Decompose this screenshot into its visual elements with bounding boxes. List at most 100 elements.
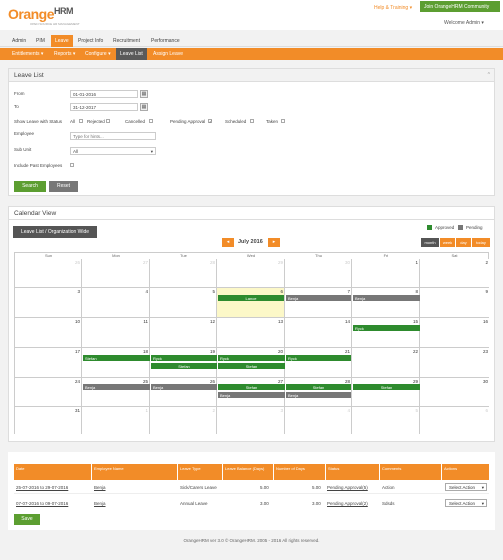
leave-event[interactable]: Ryck — [151, 355, 217, 361]
day-cell[interactable]: 23 — [420, 348, 489, 378]
day-cell[interactable]: 4 — [285, 407, 352, 434]
leave-event[interactable]: Stefan — [83, 355, 150, 361]
day-cell[interactable]: 22 — [352, 348, 420, 378]
subunit-select[interactable]: All ▾ — [70, 147, 156, 155]
menu-pim[interactable]: PIM — [32, 35, 49, 47]
org-wide-button[interactable]: Leave List / Organization Wide — [13, 226, 97, 238]
day-cell[interactable]: 29 — [217, 259, 285, 288]
view-day-button[interactable]: day — [456, 238, 471, 247]
leave-event[interactable]: Ryck — [353, 325, 420, 331]
row-action-select[interactable]: Select Action ▾ — [445, 483, 487, 491]
view-week-button[interactable]: week — [440, 238, 455, 247]
day-cell[interactable]: 24 — [15, 378, 82, 407]
status-cancelled-checkbox[interactable] — [149, 119, 153, 123]
day-cell[interactable]: 12 — [150, 318, 217, 348]
leave-event[interactable]: Benja — [286, 295, 351, 301]
save-button[interactable]: Save — [14, 514, 40, 525]
submenu-configure[interactable]: Configure ▾ — [81, 48, 115, 60]
leave-event[interactable]: Ryck — [286, 355, 351, 361]
join-community-button[interactable]: Join OrangeHRM Community — [420, 1, 500, 12]
day-cell[interactable]: 29 — [352, 378, 420, 407]
status-rejected-checkbox[interactable] — [106, 119, 110, 123]
day-cell[interactable]: 13 — [217, 318, 285, 348]
collapse-icon[interactable]: ^ — [488, 72, 490, 78]
day-cell[interactable]: 14 — [285, 318, 352, 348]
col-date[interactable]: Date — [14, 464, 92, 480]
day-cell[interactable]: 26 — [150, 378, 217, 407]
search-button[interactable]: Search — [14, 181, 46, 192]
day-cell[interactable]: 7 — [285, 288, 352, 318]
row-comments[interactable]: Action — [382, 485, 395, 490]
row-date[interactable]: 25-07-2016 to 29-07-2016 — [16, 485, 68, 490]
leave-event[interactable]: Lance — [218, 295, 284, 301]
day-cell[interactable]: 25 — [82, 378, 150, 407]
leave-event[interactable]: Benja — [286, 392, 351, 398]
day-cell[interactable]: 16 — [420, 318, 489, 348]
row-status[interactable]: Pending Approval(2) — [327, 501, 368, 506]
day-cell[interactable]: 11 — [82, 318, 150, 348]
employee-input[interactable] — [70, 132, 156, 140]
day-cell[interactable]: 6 — [420, 407, 489, 434]
row-date[interactable]: 07-07-2016 to 09-07-2016 — [16, 501, 68, 506]
row-comments[interactable]: Sdsds — [382, 501, 395, 506]
to-calendar-icon[interactable]: ▦ — [140, 103, 148, 111]
leave-event[interactable]: Stefan — [218, 384, 285, 390]
status-taken-checkbox[interactable] — [281, 119, 285, 123]
day-cell[interactable]: 27 — [82, 259, 150, 288]
reset-button[interactable]: Reset — [49, 181, 78, 192]
leave-event[interactable]: Benja — [83, 384, 150, 390]
day-cell[interactable]: 18 — [82, 348, 150, 378]
status-pending-checkbox[interactable]: ✓ — [208, 119, 212, 124]
day-cell[interactable]: 9 — [420, 288, 489, 318]
view-month-button[interactable]: month — [421, 238, 439, 247]
submenu-leave-list[interactable]: Leave List — [116, 48, 147, 60]
next-month-button[interactable]: ▸ — [268, 238, 280, 247]
leave-event[interactable]: Benja — [151, 384, 217, 390]
status-all-checkbox[interactable] — [79, 119, 83, 123]
submenu-reports[interactable]: Reports ▾ — [50, 48, 79, 60]
leave-event[interactable]: Stefan — [218, 363, 285, 369]
leave-event[interactable]: Stefan — [286, 384, 351, 390]
menu-performance[interactable]: Performance — [147, 35, 184, 47]
submenu-entitlements[interactable]: Entitlements ▾ — [8, 48, 47, 60]
day-cell[interactable]: 2 — [150, 407, 217, 434]
help-training-link[interactable]: Help & Training ▾ — [374, 5, 412, 11]
day-cell[interactable]: 8 — [352, 288, 420, 318]
day-cell[interactable]: 26 — [15, 259, 82, 288]
menu-recruitment[interactable]: Recruitment — [109, 35, 144, 47]
day-cell[interactable]: 30 — [420, 378, 489, 407]
menu-project-info[interactable]: Project Info — [74, 35, 107, 47]
row-employee[interactable]: Benja — [94, 501, 106, 506]
past-employees-checkbox[interactable] — [70, 163, 74, 167]
leave-event[interactable]: Stefan — [353, 384, 420, 390]
day-cell[interactable]: 28 — [150, 259, 217, 288]
menu-admin[interactable]: Admin — [8, 35, 30, 47]
col-employee[interactable]: Employee Name — [92, 464, 178, 480]
prev-month-button[interactable]: ◂ — [222, 238, 234, 247]
to-date-input[interactable] — [70, 103, 138, 111]
day-cell[interactable]: 3 — [15, 288, 82, 318]
day-cell[interactable]: 10 — [15, 318, 82, 348]
day-cell[interactable]: 4 — [82, 288, 150, 318]
day-cell[interactable]: 17 — [15, 348, 82, 378]
row-action-select[interactable]: Select Action ▾ — [445, 499, 487, 507]
orangehrm-logo[interactable]: OrangeHRM — [8, 6, 74, 22]
leave-event[interactable]: Benja — [218, 392, 285, 398]
submenu-assign-leave[interactable]: Assign Leave — [149, 48, 187, 60]
from-date-input[interactable] — [70, 90, 138, 98]
day-cell[interactable]: 15 — [352, 318, 420, 348]
leave-event[interactable]: Stefan — [151, 363, 217, 369]
day-cell[interactable]: 1 — [82, 407, 150, 434]
day-cell[interactable]: 5 — [352, 407, 420, 434]
day-cell-today[interactable]: 6 — [217, 288, 285, 318]
leave-event[interactable]: Benja — [353, 295, 420, 301]
view-today-button[interactable]: today — [472, 238, 490, 247]
row-employee[interactable]: Benja — [94, 485, 106, 490]
from-calendar-icon[interactable]: ▦ — [140, 90, 148, 98]
row-status[interactable]: Pending Approval(5) — [327, 485, 368, 490]
day-cell[interactable]: 1 — [352, 259, 420, 288]
day-cell[interactable]: 3 — [217, 407, 285, 434]
day-cell[interactable]: 30 — [285, 259, 352, 288]
menu-leave[interactable]: Leave — [51, 35, 73, 47]
day-cell[interactable]: 5 — [150, 288, 217, 318]
